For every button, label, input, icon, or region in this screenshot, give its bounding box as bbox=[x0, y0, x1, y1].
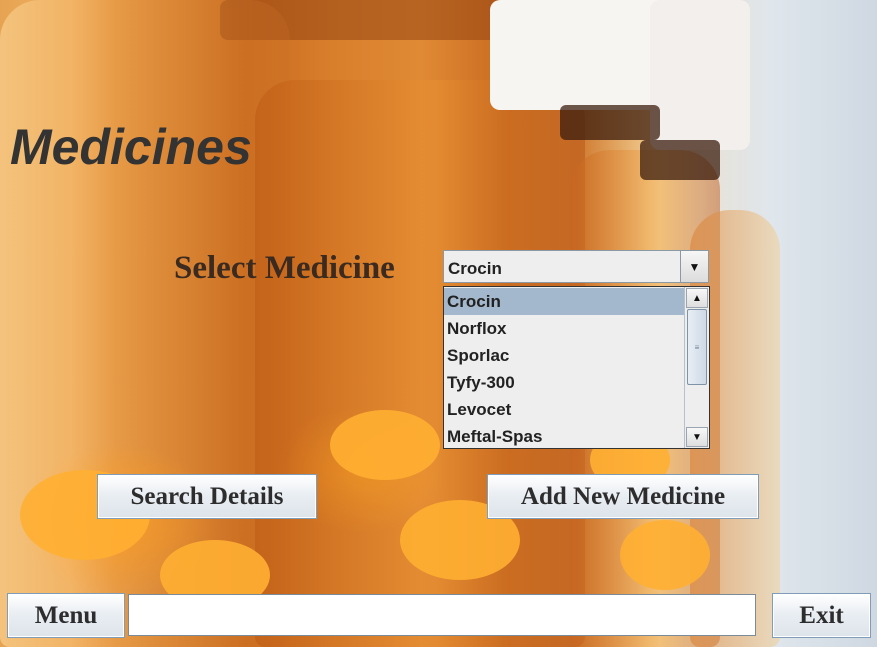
list-item[interactable]: Tyfy-300 bbox=[444, 369, 685, 396]
arrow-up-icon[interactable]: ▲ bbox=[686, 288, 708, 308]
search-details-button[interactable]: Search Details bbox=[97, 474, 317, 519]
bottle-neck bbox=[640, 140, 720, 180]
list-item[interactable]: Norflox bbox=[444, 315, 685, 342]
grip-icon: ≡ bbox=[694, 342, 700, 352]
list-item[interactable]: Meftal-Spas bbox=[444, 423, 685, 448]
select-medicine-label: Select Medicine bbox=[174, 250, 395, 286]
exit-button[interactable]: Exit bbox=[772, 593, 871, 638]
medicine-combobox[interactable]: Crocin ▼ bbox=[443, 250, 709, 283]
chevron-down-icon[interactable]: ▼ bbox=[680, 251, 708, 282]
list-item[interactable]: Levocet bbox=[444, 396, 685, 423]
status-text-field[interactable] bbox=[128, 594, 756, 636]
page-title: Medicines bbox=[10, 119, 252, 175]
background-photo-medicine-bottles bbox=[0, 0, 877, 647]
list-item[interactable]: Sporlac bbox=[444, 342, 685, 369]
add-new-medicine-button[interactable]: Add New Medicine bbox=[487, 474, 759, 519]
bottle-cap bbox=[650, 0, 750, 150]
scrollbar-thumb[interactable]: ≡ bbox=[687, 309, 707, 385]
arrow-down-icon[interactable]: ▼ bbox=[686, 427, 708, 447]
combobox-selected-value: Crocin bbox=[448, 259, 502, 278]
pill bbox=[330, 410, 440, 480]
list-item[interactable]: Crocin bbox=[444, 288, 685, 315]
list-scrollbar[interactable]: ▲ ≡ ▼ bbox=[684, 287, 709, 448]
bottle-neck bbox=[560, 105, 660, 140]
menu-button[interactable]: Menu bbox=[7, 593, 125, 638]
medicine-dropdown-list[interactable]: Crocin Norflox Sporlac Tyfy-300 Levocet … bbox=[443, 286, 710, 449]
pill bbox=[620, 520, 710, 590]
